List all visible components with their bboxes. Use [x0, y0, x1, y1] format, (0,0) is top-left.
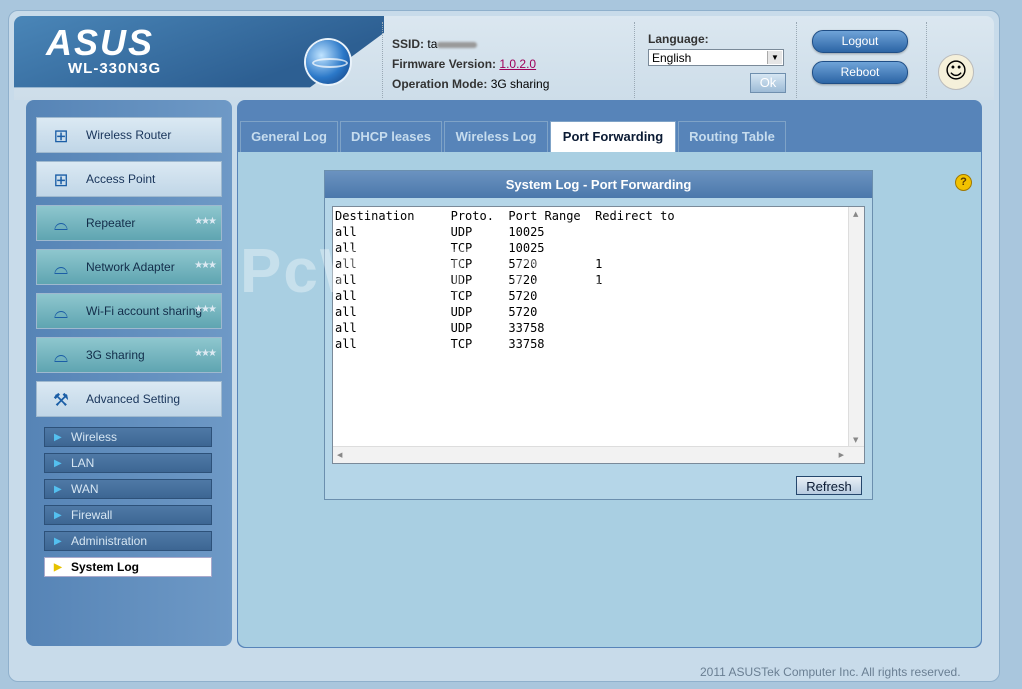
- sidebar-item-network-adapter[interactable]: ⌓ Network Adapter ★★★: [36, 249, 222, 285]
- submenu-label: Administration: [71, 534, 148, 548]
- refresh-button[interactable]: Refresh: [796, 476, 862, 495]
- triangle-icon: ▶: [54, 458, 62, 469]
- header-divider: [796, 22, 798, 98]
- stars-icon: ★★★: [194, 304, 217, 315]
- footer-copyright: 2011 ASUSTek Computer Inc. All rights re…: [700, 665, 961, 679]
- sidebar-item-repeater[interactable]: ⌓ Repeater ★★★: [36, 205, 222, 241]
- logout-button[interactable]: Logout: [812, 30, 908, 53]
- submenu-label: LAN: [71, 456, 95, 470]
- triangle-icon: ▶: [54, 510, 62, 521]
- submenu-wan[interactable]: ▶ WAN: [44, 479, 212, 499]
- wifi-router-icon: ⌓: [53, 258, 69, 278]
- ok-button[interactable]: Ok: [750, 73, 786, 93]
- sidebar-item-label: Wi-Fi account sharing: [86, 304, 203, 318]
- sidebar-item-label: Advanced Setting: [86, 392, 181, 406]
- language-label: Language:: [648, 32, 709, 46]
- submenu-label: Firewall: [71, 508, 113, 522]
- reboot-button[interactable]: Reboot: [812, 61, 908, 84]
- wifi-router-icon: ⌓: [53, 214, 69, 234]
- ssid-redacted: [437, 41, 478, 48]
- tab-general-log[interactable]: General Log: [240, 121, 338, 152]
- ssid-value: ta: [427, 37, 438, 51]
- asus-logo: ASUS: [46, 22, 155, 63]
- scroll-left-icon[interactable]: ◀: [337, 451, 342, 459]
- router-info: SSID: ta Firmware Version: 1.0.2.0 Opera…: [392, 34, 549, 94]
- submenu-system-log[interactable]: ▶ System Log: [44, 557, 212, 577]
- sidebar-item-advanced-setting[interactable]: ⚒ Advanced Setting: [36, 381, 222, 417]
- vertical-scrollbar[interactable]: ▲ ▼: [848, 207, 864, 447]
- triangle-icon: ▶: [54, 484, 62, 495]
- submenu-label: System Log: [71, 560, 140, 574]
- triangle-icon: ▶: [54, 536, 62, 547]
- scroll-down-icon[interactable]: ▼: [853, 436, 858, 444]
- watermark: PcWinTech.com: [240, 237, 740, 306]
- submenu-firewall[interactable]: ▶ Firewall: [44, 505, 212, 525]
- model-name: WL-330N3G: [68, 60, 162, 77]
- sidebar-item-label: Access Point: [86, 172, 156, 186]
- header-divider: [634, 22, 636, 98]
- tab-dhcp-leases[interactable]: DHCP leases: [340, 121, 442, 152]
- user-avatar-icon: ☺: [938, 54, 974, 90]
- horizontal-scrollbar[interactable]: ◀ ▶: [333, 446, 864, 463]
- tab-port-forwarding[interactable]: Port Forwarding: [550, 121, 676, 153]
- scroll-up-icon[interactable]: ▲: [853, 210, 858, 218]
- firmware-link[interactable]: 1.0.2.0: [499, 57, 536, 71]
- panel-title: System Log - Port Forwarding: [325, 171, 872, 198]
- sidebar-item-label: Repeater: [86, 216, 136, 230]
- tools-icon: ⚒: [52, 390, 70, 410]
- tab-wireless-log[interactable]: Wireless Log: [444, 121, 548, 152]
- scroll-right-icon[interactable]: ▶: [839, 451, 844, 459]
- network-icon: ⊞: [53, 126, 69, 146]
- sidebar-item-access-point[interactable]: ⊞ Access Point: [36, 161, 222, 197]
- tab-routing-table[interactable]: Routing Table: [678, 121, 786, 152]
- globe-icon: [306, 40, 350, 84]
- sidebar-item-3g-sharing[interactable]: ⌓ 3G sharing ★★★: [36, 337, 222, 373]
- stars-icon: ★★★: [194, 260, 217, 271]
- triangle-icon: ▶: [54, 432, 62, 443]
- sidebar-item-wifi-account-sharing[interactable]: ⌓ Wi-Fi account sharing ★★★: [36, 293, 222, 329]
- opmode-value: 3G sharing: [490, 77, 550, 91]
- header-divider: [926, 22, 928, 98]
- submenu-label: WAN: [71, 482, 99, 496]
- stars-icon: ★★★: [194, 348, 217, 359]
- triangle-icon: ▶: [54, 562, 62, 573]
- header-divider: [382, 22, 384, 98]
- sidebar-item-wireless-router[interactable]: ⊞ Wireless Router: [36, 117, 222, 153]
- opmode-label: Operation Mode:: [392, 77, 488, 91]
- wifi-router-icon: ⌓: [53, 302, 69, 322]
- sidebar-item-label: Network Adapter: [86, 260, 175, 274]
- language-select[interactable]: English ▼: [648, 49, 784, 66]
- submenu-administration[interactable]: ▶ Administration: [44, 531, 212, 551]
- language-value: English: [652, 51, 692, 65]
- wifi-router-icon: ⌓: [53, 346, 69, 366]
- firmware-label: Firmware Version:: [392, 57, 497, 71]
- help-icon[interactable]: ?: [955, 174, 972, 191]
- network-icon: ⊞: [53, 170, 69, 190]
- chevron-down-icon[interactable]: ▼: [767, 51, 782, 64]
- log-panel: System Log - Port Forwarding Destination…: [324, 170, 873, 500]
- submenu-label: Wireless: [71, 430, 118, 444]
- sidebar-item-label: 3G sharing: [86, 348, 145, 362]
- submenu-lan[interactable]: ▶ LAN: [44, 453, 212, 473]
- submenu-wireless[interactable]: ▶ Wireless: [44, 427, 212, 447]
- stars-icon: ★★★: [194, 216, 217, 227]
- sidebar-item-label: Wireless Router: [86, 128, 172, 142]
- ssid-label: SSID:: [392, 37, 425, 51]
